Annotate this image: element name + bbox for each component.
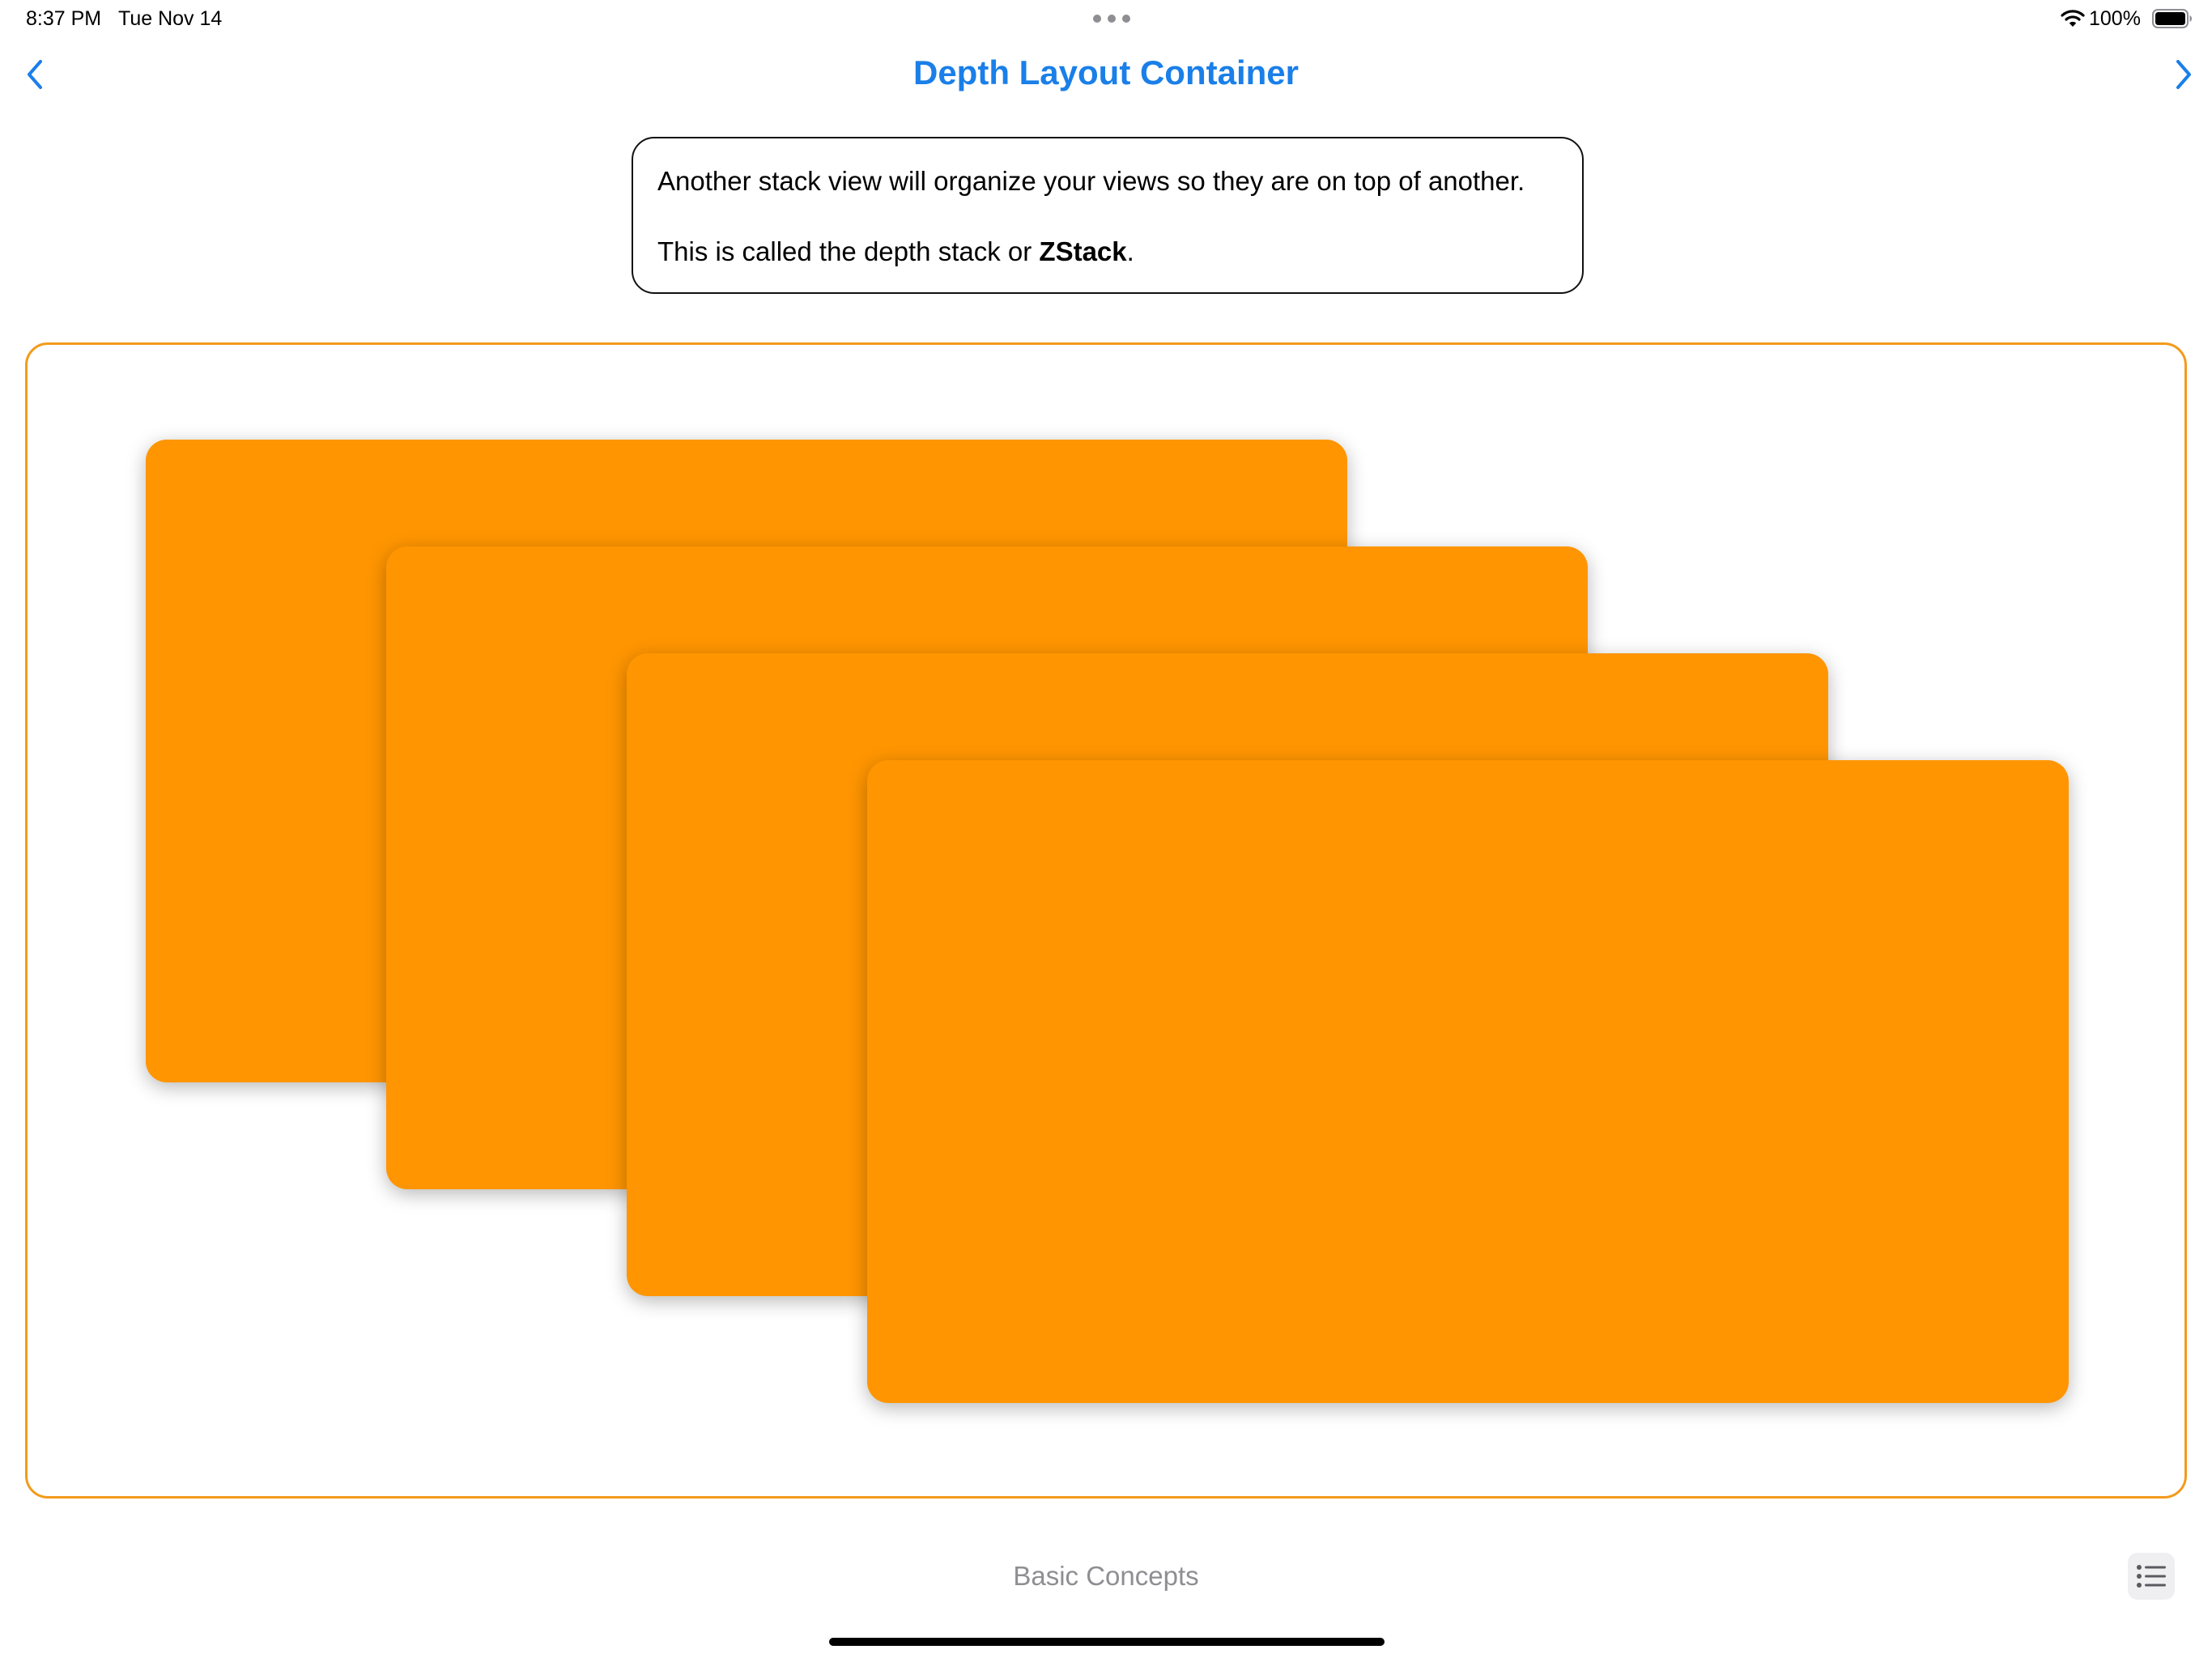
battery-icon bbox=[2152, 9, 2192, 28]
stacked-card-4 bbox=[867, 760, 2069, 1403]
section-label[interactable]: Basic Concepts bbox=[0, 1558, 2212, 1594]
list-button[interactable] bbox=[2128, 1553, 2175, 1600]
info-line-2: This is called the depth stack or ZStack… bbox=[657, 235, 1558, 269]
wifi-icon bbox=[2061, 10, 2085, 27]
zstack-term: ZStack bbox=[1039, 236, 1127, 266]
home-indicator[interactable] bbox=[829, 1638, 1385, 1646]
screen: 8:37 PM Tue Nov 14 100% Depth Layout Con… bbox=[0, 0, 2212, 1658]
info-line-2-suffix: . bbox=[1126, 236, 1134, 266]
status-date: Tue Nov 14 bbox=[118, 7, 223, 30]
page-title: Depth Layout Container bbox=[912, 53, 1299, 91]
chevron-right-icon[interactable] bbox=[2172, 57, 2196, 92]
info-box: Another stack view will organize your vi… bbox=[632, 137, 1584, 294]
battery-percent: 100% bbox=[2089, 7, 2141, 30]
info-line-1: Another stack view will organize your vi… bbox=[657, 166, 1525, 196]
multitask-dots-icon[interactable] bbox=[1093, 15, 1130, 24]
info-line-2-prefix: This is called the depth stack or bbox=[657, 236, 1040, 266]
status-time: 8:37 PM bbox=[26, 7, 102, 30]
list-icon bbox=[2137, 1565, 2166, 1588]
